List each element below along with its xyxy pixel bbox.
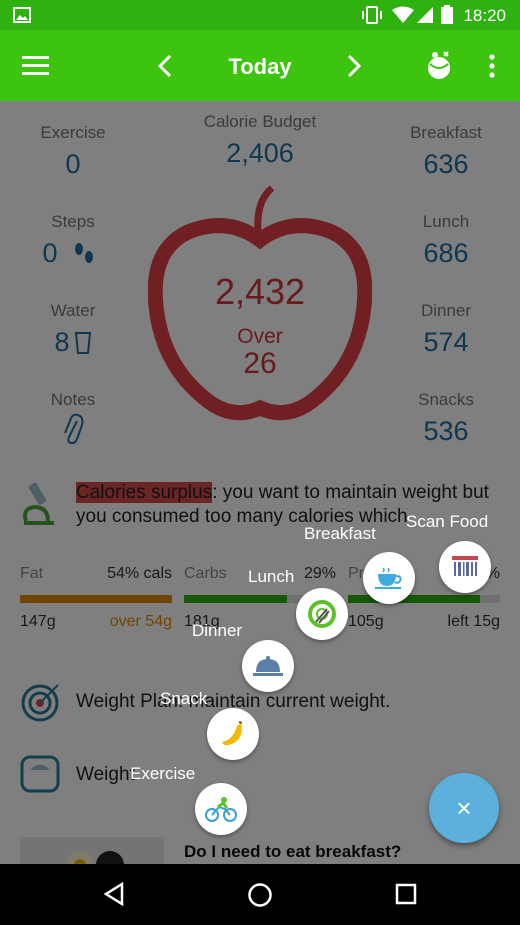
toolbar: Today xyxy=(0,30,520,101)
add-breakfast-button[interactable] xyxy=(363,552,415,604)
next-day-icon[interactable] xyxy=(346,54,362,78)
navigation-bar xyxy=(0,864,520,925)
scan-food-label: Scan Food xyxy=(406,512,489,531)
close-speed-dial-button[interactable]: × xyxy=(429,773,499,843)
coffee-cup-icon xyxy=(375,567,402,589)
signal-icon xyxy=(417,7,433,23)
diet-plan-icon[interactable] xyxy=(424,50,456,80)
back-icon[interactable] xyxy=(103,882,125,906)
plate-cutlery-icon xyxy=(308,600,336,628)
status-time: 18:20 xyxy=(463,6,506,25)
barcode-icon xyxy=(452,556,478,576)
lunch-fab-label: Lunch xyxy=(248,567,295,586)
scan-food-button[interactable] xyxy=(439,541,491,593)
breakfast-fab-label: Breakfast xyxy=(304,524,376,543)
snack-fab-label: Snack xyxy=(160,689,208,708)
add-exercise-button[interactable] xyxy=(195,783,247,835)
recents-icon[interactable] xyxy=(395,883,417,905)
battery-icon xyxy=(441,5,453,24)
add-snack-button[interactable] xyxy=(207,708,259,760)
overflow-menu-icon[interactable] xyxy=(488,54,496,78)
status-bar: 18:20 xyxy=(0,0,520,30)
vibrate-icon xyxy=(362,6,382,24)
speed-dial-scrim[interactable] xyxy=(0,101,520,864)
close-icon: × xyxy=(456,792,472,823)
add-lunch-button[interactable] xyxy=(296,588,348,640)
cloche-icon xyxy=(253,656,283,676)
banana-icon xyxy=(222,721,243,746)
home-icon[interactable] xyxy=(247,882,273,908)
image-notification-icon xyxy=(13,7,31,23)
cyclist-icon xyxy=(205,797,237,822)
add-dinner-button[interactable] xyxy=(242,640,294,692)
dinner-fab-label: Dinner xyxy=(192,621,243,640)
exercise-fab-label: Exercise xyxy=(130,764,196,783)
wifi-icon xyxy=(392,6,414,23)
